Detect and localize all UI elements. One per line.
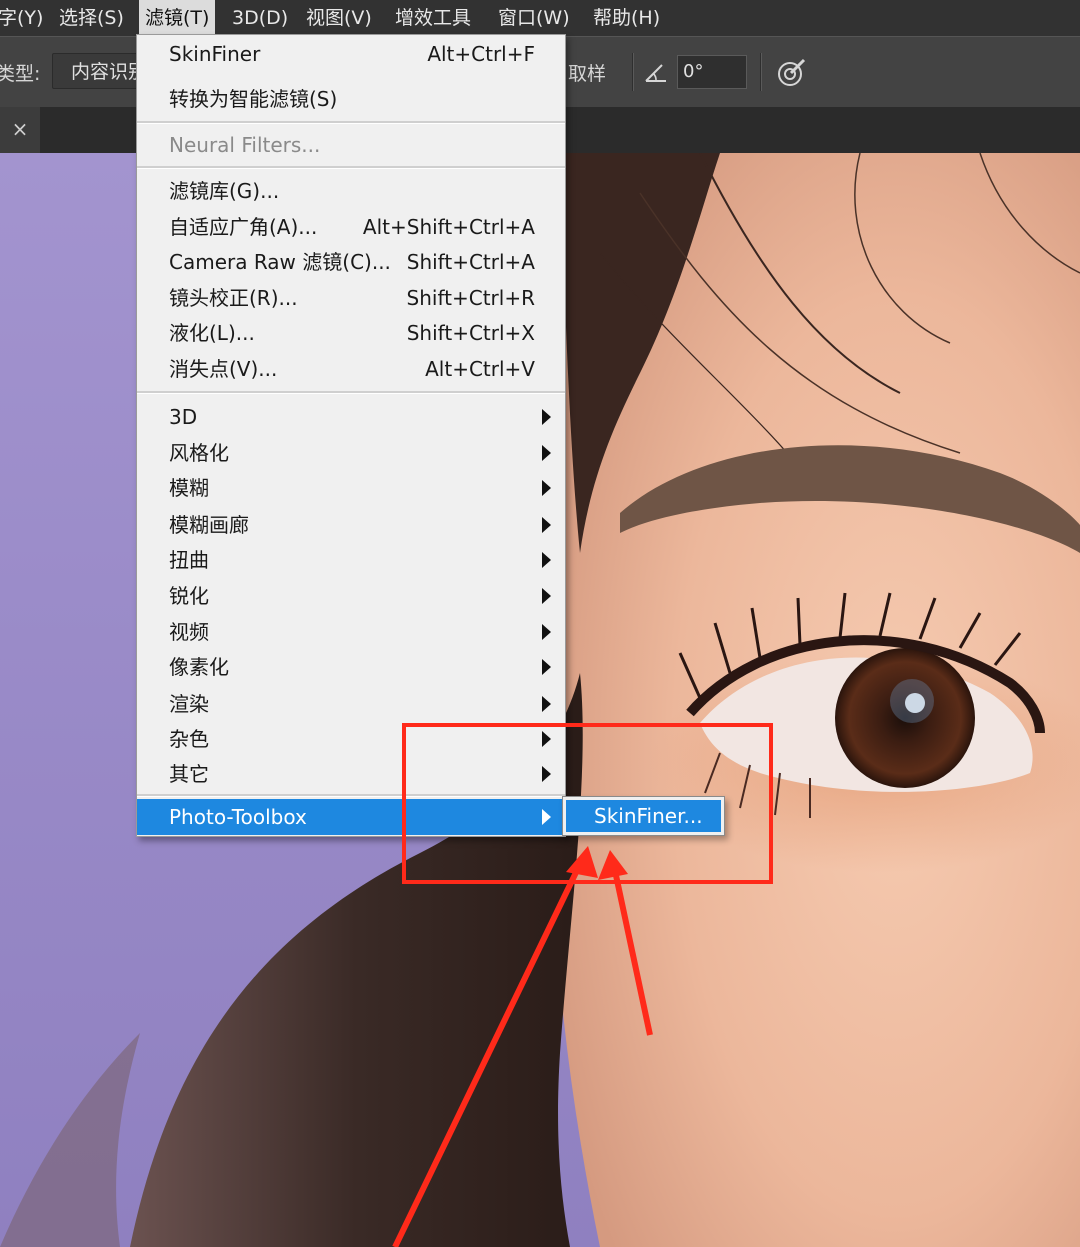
photo-toolbox-submenu: SkinFiner... (562, 796, 725, 836)
menu-item-label: 扭曲 (169, 548, 209, 572)
menu-item-3d[interactable]: 3D (137, 399, 565, 435)
submenu-arrow-icon (542, 409, 551, 425)
menu-separator (137, 391, 565, 394)
menu-plugins[interactable]: 增效工具 (389, 0, 477, 36)
menu-item-label: Camera Raw 滤镜(C)... (169, 250, 391, 274)
menu-filter[interactable]: 滤镜(T) (139, 0, 216, 36)
menu-bar: 字(Y) 选择(S) 滤镜(T) 3D(D) 视图(V) 增效工具 窗口(W) … (0, 0, 1080, 36)
submenu-arrow-icon (542, 552, 551, 568)
angle-input[interactable]: 0° (677, 55, 747, 89)
menu-item-label: 模糊 (169, 476, 209, 500)
menu-item-render[interactable]: 渲染 (137, 686, 565, 722)
menu-item-sharpen[interactable]: 锐化 (137, 578, 565, 614)
menu-item-label: SkinFiner (169, 42, 261, 66)
menu-view[interactable]: 视图(V) (300, 0, 378, 36)
menu-item-lens-correction[interactable]: 镜头校正(R)... Shift+Ctrl+R (137, 280, 565, 316)
menu-select[interactable]: 选择(S) (53, 0, 130, 36)
menu-item-label: 其它 (169, 762, 209, 786)
menu-item-noise[interactable]: 杂色 (137, 721, 565, 757)
menu-item-label: 自适应广角(A)... (169, 215, 318, 239)
menu-item-label: 像素化 (169, 655, 229, 679)
angle-icon (644, 61, 670, 88)
menu-item-stylize[interactable]: 风格化 (137, 435, 565, 471)
menu-3d[interactable]: 3D(D) (226, 0, 294, 36)
menu-item-pixelate[interactable]: 像素化 (137, 649, 565, 685)
submenu-arrow-icon (542, 696, 551, 712)
menu-item-adaptive-wide-angle[interactable]: 自适应广角(A)... Alt+Shift+Ctrl+A (137, 209, 565, 245)
menu-item-label: 渲染 (169, 692, 209, 716)
menu-item-filter-gallery[interactable]: 滤镜库(G)... (137, 173, 565, 209)
menu-help[interactable]: 帮助(H) (587, 0, 666, 36)
menu-item-label: 3D (169, 405, 198, 429)
menu-item-shortcut: Alt+Ctrl+F (427, 42, 535, 66)
target-brush-icon[interactable] (775, 57, 807, 94)
menu-item-label: 液化(L)... (169, 321, 255, 345)
type-label: 类型: (0, 63, 41, 85)
submenu-arrow-icon (542, 517, 551, 533)
menu-separator (137, 794, 565, 797)
menu-item-shortcut: Alt+Ctrl+V (425, 357, 535, 381)
menu-item-shortcut: Shift+Ctrl+R (406, 286, 535, 310)
menu-item-label: 镜头校正(R)... (169, 286, 298, 310)
menu-item-neural-filters: Neural Filters... (137, 127, 565, 163)
sample-label: 取样 (568, 63, 607, 85)
close-icon[interactable]: × (0, 107, 40, 153)
menu-item-other[interactable]: 其它 (137, 756, 565, 792)
menu-item-convert-smart-filter[interactable]: 转换为智能滤镜(S) (137, 81, 565, 117)
submenu-arrow-icon (542, 731, 551, 747)
menu-item-camera-raw[interactable]: Camera Raw 滤镜(C)... Shift+Ctrl+A (137, 244, 565, 280)
menu-item-shortcut: Alt+Shift+Ctrl+A (362, 215, 535, 239)
menu-item-label: 消失点(V)... (169, 357, 278, 381)
submenu-arrow-icon (542, 766, 551, 782)
menu-item-vanishing-point[interactable]: 消失点(V)... Alt+Ctrl+V (137, 351, 565, 387)
menu-separator (137, 166, 565, 169)
submenu-arrow-icon (542, 588, 551, 604)
menu-item-blur[interactable]: 模糊 (137, 470, 565, 506)
menu-item-blur-gallery[interactable]: 模糊画廊 (137, 507, 565, 543)
submenu-arrow-icon (542, 480, 551, 496)
menu-item-label: Neural Filters... (169, 133, 321, 157)
menu-item-label: 转换为智能滤镜(S) (169, 87, 338, 111)
divider (760, 53, 762, 91)
menu-separator (137, 121, 565, 124)
menu-item-shortcut: Shift+Ctrl+A (406, 250, 535, 274)
menu-item-label: Photo-Toolbox (169, 805, 307, 829)
menu-item-label: 杂色 (169, 727, 209, 751)
submenu-arrow-icon (542, 659, 551, 675)
menu-item-liquify[interactable]: 液化(L)... Shift+Ctrl+X (137, 315, 565, 351)
menu-item-last-filter[interactable]: SkinFiner Alt+Ctrl+F (137, 36, 565, 72)
submenu-arrow-icon (542, 624, 551, 640)
menu-item-label: 滤镜库(G)... (169, 179, 280, 203)
submenu-arrow-icon (542, 445, 551, 461)
menu-item-shortcut: Shift+Ctrl+X (406, 321, 535, 345)
menu-item-label: 锐化 (169, 584, 209, 608)
divider (632, 53, 634, 91)
menu-item-video[interactable]: 视频 (137, 614, 565, 650)
menu-item-label: 模糊画廊 (169, 513, 249, 537)
submenu-arrow-icon (542, 809, 551, 825)
menu-item-distort[interactable]: 扭曲 (137, 542, 565, 578)
menu-item-label: 风格化 (169, 441, 229, 465)
menu-item-photo-toolbox[interactable]: Photo-Toolbox (137, 799, 565, 835)
menu-type[interactable]: 字(Y) (0, 0, 49, 36)
menu-item-label: 视频 (169, 620, 209, 644)
menu-window[interactable]: 窗口(W) (492, 0, 576, 36)
filter-menu: SkinFiner Alt+Ctrl+F 转换为智能滤镜(S) Neural F… (136, 34, 566, 837)
submenu-item-skinfiner[interactable]: SkinFiner... (566, 800, 721, 832)
